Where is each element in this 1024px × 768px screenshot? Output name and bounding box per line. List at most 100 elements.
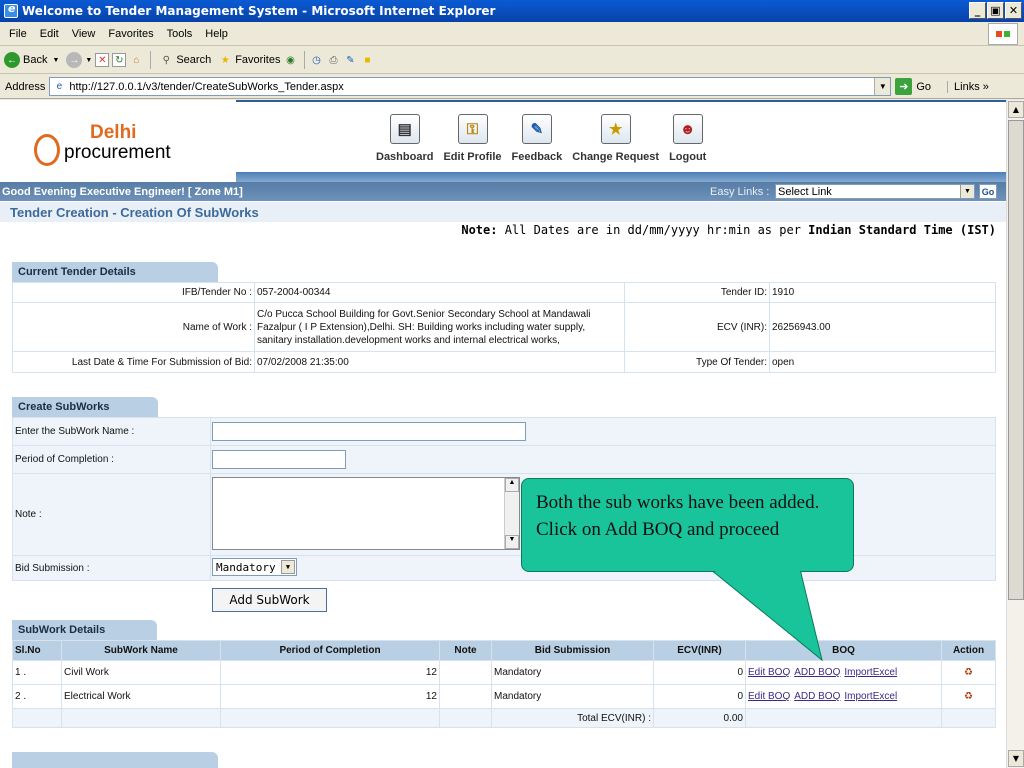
scroll-down-icon[interactable]: ▼: [505, 535, 519, 549]
home-icon[interactable]: ⌂: [129, 53, 143, 67]
col-ecv: ECV(INR): [653, 640, 746, 661]
address-dropdown-icon[interactable]: ▼: [874, 78, 891, 95]
address-url: http://127.0.0.1/v3/tender/CreateSubWork…: [69, 80, 344, 93]
delhi-eprocurement-logo[interactable]: Delhi procurement: [34, 122, 194, 172]
add-subwork-button[interactable]: Add SubWork: [212, 588, 327, 612]
last-date-label: Last Date & Time For Submission of Bid:: [12, 351, 255, 373]
subwork-name-label: Enter the SubWork Name :: [12, 417, 211, 446]
total-ecv-label: Total ECV(INR) :: [491, 708, 654, 728]
ecv-label: ECV (INR):: [624, 302, 770, 352]
forward-button[interactable]: → ▼: [66, 52, 92, 68]
note-textarea[interactable]: ▲ ▼: [212, 477, 520, 550]
work-name-label: Name of Work :: [12, 302, 255, 352]
edit-boq-link[interactable]: Edit BOQ: [748, 667, 790, 678]
back-button[interactable]: ← Back ▼: [4, 52, 59, 68]
edit-boq-link[interactable]: Edit BOQ: [748, 691, 790, 702]
instruction-callout: Both the sub works have been added. Clic…: [521, 478, 854, 572]
period-of-completion-input[interactable]: [212, 450, 346, 469]
edit-icon[interactable]: ✎: [343, 53, 357, 67]
total-ecv-value: 0.00: [653, 708, 746, 728]
maximize-button[interactable]: ▣: [987, 2, 1004, 19]
add-boq-link[interactable]: ADD BOQ: [794, 667, 840, 678]
tender-id-value: 1910: [769, 282, 996, 303]
import-excel-link[interactable]: ImportExcel: [844, 691, 897, 702]
subwork-name-input[interactable]: [212, 422, 526, 441]
subwork-table: Sl.No SubWork Name Period of Completion …: [12, 640, 996, 728]
feedback-icon: ✎: [521, 114, 552, 144]
go-button[interactable]: ➜ Go: [895, 78, 931, 95]
current-tender-header: Current Tender Details: [12, 262, 218, 282]
menu-favorites[interactable]: Favorites: [108, 28, 153, 40]
address-bar: Address e http://127.0.0.1/v3/tender/Cre…: [0, 75, 1024, 99]
star-icon: ★: [220, 54, 230, 66]
nav-edit-profile[interactable]: ⚿ Edit Profile: [443, 114, 502, 163]
favorites-button[interactable]: ★ Favorites: [218, 53, 281, 67]
col-slno: Sl.No: [12, 640, 62, 661]
bid-submission-select[interactable]: Mandatory ▼: [212, 558, 297, 576]
delete-icon[interactable]: ♻: [941, 660, 996, 685]
refresh-icon[interactable]: ↻: [112, 53, 127, 67]
history-icon[interactable]: ◷: [309, 53, 323, 67]
nav-logout[interactable]: ☻ Logout: [669, 114, 706, 163]
scroll-thumb[interactable]: [1008, 120, 1024, 600]
note-label: Note :: [12, 473, 211, 556]
col-note: Note: [439, 640, 492, 661]
minimize-button[interactable]: _: [969, 2, 986, 19]
col-action: Action: [941, 640, 996, 661]
add-boq-link[interactable]: ADD BOQ: [794, 691, 840, 702]
go-label: Go: [916, 80, 932, 93]
forward-dropdown-icon[interactable]: ▼: [85, 57, 92, 64]
import-excel-link[interactable]: ImportExcel: [844, 667, 897, 678]
back-arrow-icon: ←: [4, 52, 20, 68]
easy-links-go-button[interactable]: Go: [979, 184, 997, 199]
menu-file[interactable]: File: [9, 28, 27, 40]
menu-edit[interactable]: Edit: [40, 28, 59, 40]
table-row: 2 . Electrical Work 12 Mandatory 0 Edit …: [12, 684, 996, 709]
logo-procurement-text: procurement: [64, 142, 171, 163]
nav-feedback[interactable]: ✎ Feedback: [512, 114, 562, 163]
menu-tools[interactable]: Tools: [167, 28, 193, 40]
nav-change-request[interactable]: ★ Change Request: [572, 114, 659, 163]
chevron-down-icon: ▼: [281, 560, 295, 574]
search-label: Search: [176, 54, 212, 66]
tender-id-label: Tender ID:: [624, 282, 770, 303]
tender-type-value: open: [769, 351, 996, 373]
print-icon[interactable]: ⎙: [326, 53, 340, 67]
next-section-header: [12, 752, 218, 768]
delete-icon[interactable]: ♻: [941, 684, 996, 709]
total-row: Total ECV(INR) : 0.00: [12, 708, 996, 728]
close-button[interactable]: ✕: [1005, 2, 1022, 19]
subwork-details-header: SubWork Details: [12, 620, 157, 640]
media-icon[interactable]: ◉: [283, 53, 297, 67]
top-nav: ▤ Dashboard ⚿ Edit Profile ✎ Feedback ★ …: [376, 114, 716, 163]
menu-view[interactable]: View: [72, 28, 96, 40]
greeting-text: Good Evening Executive Engineer! [ Zone …: [2, 185, 243, 198]
title-bar: Welcome to Tender Management System - Mi…: [0, 0, 1024, 22]
chevron-down-icon: ▼: [960, 185, 974, 198]
scroll-up-icon[interactable]: ▲: [1008, 101, 1024, 118]
folder-icon[interactable]: ■: [360, 53, 374, 67]
page-title: Tender Creation - Creation Of SubWorks: [0, 202, 1006, 222]
ifb-value: 057-2004-00344: [254, 282, 625, 303]
ie-icon: [4, 2, 18, 18]
scroll-down-icon[interactable]: ▼: [1008, 750, 1024, 767]
work-name-value: C/o Pucca School Building for Govt.Senio…: [254, 302, 625, 352]
search-icon: ⚲: [162, 54, 170, 66]
window-title: Welcome to Tender Management System - Mi…: [22, 4, 496, 18]
links-button[interactable]: Links »: [947, 80, 989, 93]
logout-icon: ☻: [672, 114, 703, 144]
address-input[interactable]: e http://127.0.0.1/v3/tender/CreateSubWo…: [49, 77, 892, 96]
e-logo-icon: [34, 134, 60, 166]
change-request-icon: ★: [600, 114, 631, 144]
search-button[interactable]: ⚲ Search: [159, 53, 212, 67]
easy-links-select[interactable]: Select Link ▼: [775, 184, 975, 199]
stop-icon[interactable]: ✕: [95, 53, 110, 67]
create-subworks-header: Create SubWorks: [12, 397, 158, 417]
nav-dashboard[interactable]: ▤ Dashboard: [376, 114, 433, 163]
vertical-scrollbar[interactable]: ▲ ▼: [1006, 100, 1024, 768]
key-icon: ⚿: [457, 114, 488, 144]
menu-help[interactable]: Help: [205, 28, 228, 40]
back-dropdown-icon[interactable]: ▼: [52, 57, 59, 64]
address-label: Address: [5, 80, 46, 93]
scroll-up-icon[interactable]: ▲: [505, 478, 519, 492]
